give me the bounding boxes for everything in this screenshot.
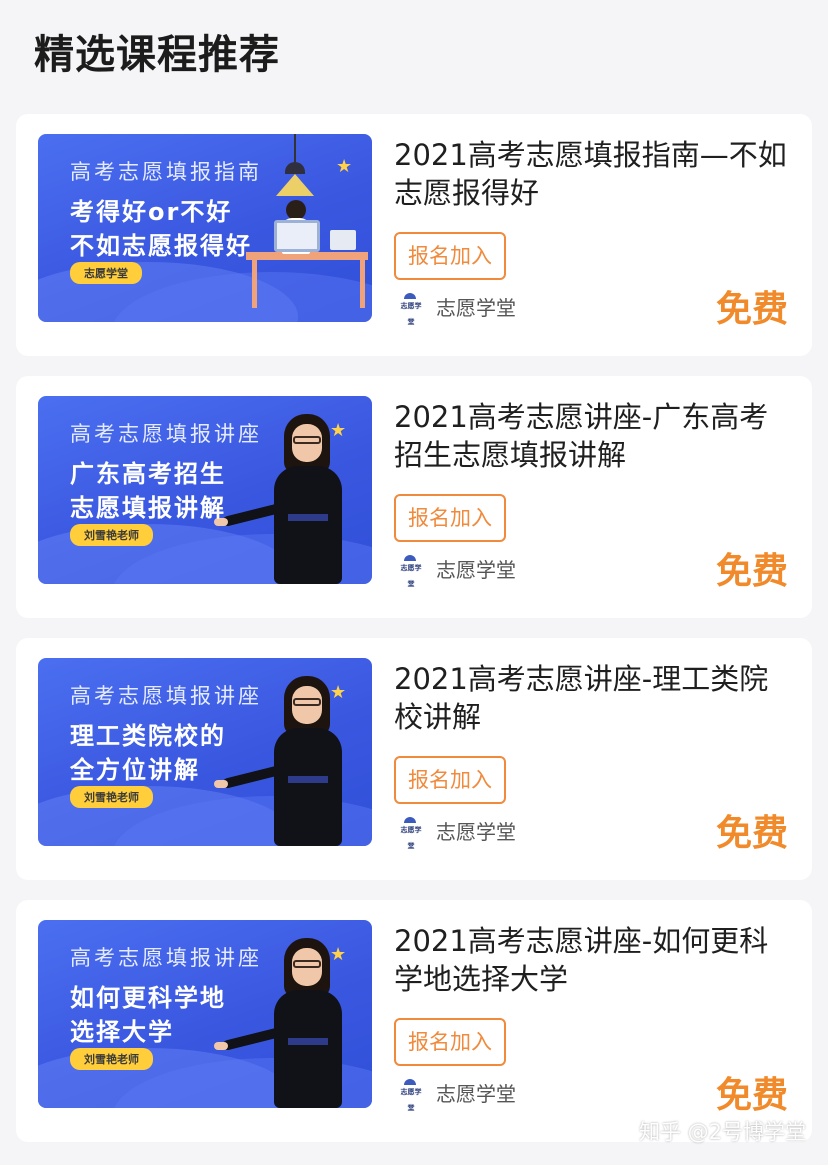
price-label: 免费 <box>715 813 788 854</box>
course-thumbnail[interactable]: ★ 高考志愿填报指南 考得好or不好 不如志愿报得好 志愿学堂 <box>38 134 372 322</box>
thumbnail-tag: 刘雪艳老师 <box>70 786 153 808</box>
course-card[interactable]: ★ 高考志愿填报讲座 广东高考招生 志愿填报讲解 刘雪艳老师 2021高考志愿讲… <box>16 376 812 618</box>
thumbnail-headline: 如何更科学地 <box>70 984 226 1012</box>
monitor-icon <box>274 220 320 252</box>
org-logo-icon: 志愿学堂 <box>398 293 424 326</box>
course-card[interactable]: ★ 高考志愿填报讲座 理工类院校的 全方位讲解 刘雪艳老师 2021高考志愿讲座… <box>16 638 812 880</box>
thumbnail-headline: 考得好or不好 <box>70 198 233 226</box>
course-card[interactable]: ★ 高考志愿填报指南 考得好or不好 不如志愿报得好 志愿学堂 2021高考志愿… <box>16 114 812 356</box>
org-logo-icon: 志愿学堂 <box>398 1079 424 1112</box>
org-name[interactable]: 志愿学堂 <box>436 816 516 845</box>
course-title[interactable]: 2021高考志愿讲座-理工类院校讲解 <box>394 660 794 736</box>
org-name[interactable]: 志愿学堂 <box>436 292 516 321</box>
thumbnail-tag: 志愿学堂 <box>70 262 142 284</box>
thumbnail-subtitle: 高考志愿填报讲座 <box>70 422 262 446</box>
thumbnail-headline: 不如志愿报得好 <box>70 232 252 260</box>
course-title[interactable]: 2021高考志愿填报指南—不如志愿报得好 <box>394 136 794 212</box>
course-title[interactable]: 2021高考志愿讲座-如何更科学地选择大学 <box>394 922 794 998</box>
thumbnail-subtitle: 高考志愿填报讲座 <box>70 946 262 970</box>
thumbnail-headline: 选择大学 <box>70 1018 174 1046</box>
thumbnail-headline: 广东高考招生 <box>70 460 226 488</box>
lamp-cord <box>294 134 296 164</box>
course-thumbnail[interactable]: ★ 高考志愿填报讲座 广东高考招生 志愿填报讲解 刘雪艳老师 <box>38 396 372 584</box>
thumbnail-headline: 志愿填报讲解 <box>70 494 226 522</box>
thumbnail-tag: 刘雪艳老师 <box>70 524 153 546</box>
teacher-photo <box>214 414 354 584</box>
person-head <box>286 200 306 220</box>
price-label: 免费 <box>715 289 788 330</box>
org-logo-icon: 志愿学堂 <box>398 817 424 850</box>
org-name[interactable]: 志愿学堂 <box>436 554 516 583</box>
join-button[interactable]: 报名加入 <box>394 232 506 280</box>
thumbnail-subtitle: 高考志愿填报讲座 <box>70 684 262 708</box>
course-title[interactable]: 2021高考志愿讲座-广东高考招生志愿填报讲解 <box>394 398 794 474</box>
course-thumbnail[interactable]: ★ 高考志愿填报讲座 如何更科学地 选择大学 刘雪艳老师 <box>38 920 372 1108</box>
course-card[interactable]: ★ 高考志愿填报讲座 如何更科学地 选择大学 刘雪艳老师 2021高考志愿讲座-… <box>16 900 812 1142</box>
thumbnail-tag: 刘雪艳老师 <box>70 1048 153 1070</box>
lamp-light <box>276 174 314 196</box>
star-icon: ★ <box>336 156 353 177</box>
section-title: 精选课程推荐 <box>34 32 280 78</box>
teacher-photo <box>214 938 354 1108</box>
desk-leg <box>360 260 365 308</box>
join-button[interactable]: 报名加入 <box>394 494 506 542</box>
thumbnail-subtitle: 高考志愿填报指南 <box>70 160 262 184</box>
join-button[interactable]: 报名加入 <box>394 756 506 804</box>
printer-icon <box>330 230 356 250</box>
lamp-icon <box>285 162 305 174</box>
course-recommendation-page: 精选课程推荐 ★ 高考志愿填报指南 考得好or不好 不如志愿报得好 志愿学堂 2… <box>0 0 828 1165</box>
org-logo-icon: 志愿学堂 <box>398 555 424 588</box>
thumbnail-headline: 理工类院校的 <box>70 722 226 750</box>
thumbnail-headline: 全方位讲解 <box>70 756 200 784</box>
join-button[interactable]: 报名加入 <box>394 1018 506 1066</box>
desk-leg <box>252 260 257 308</box>
price-label: 免费 <box>715 551 788 592</box>
watermark: 知乎 @2号博学堂 <box>638 1120 806 1144</box>
price-label: 免费 <box>715 1075 788 1116</box>
org-name[interactable]: 志愿学堂 <box>436 1078 516 1107</box>
teacher-photo <box>214 676 354 846</box>
course-thumbnail[interactable]: ★ 高考志愿填报讲座 理工类院校的 全方位讲解 刘雪艳老师 <box>38 658 372 846</box>
